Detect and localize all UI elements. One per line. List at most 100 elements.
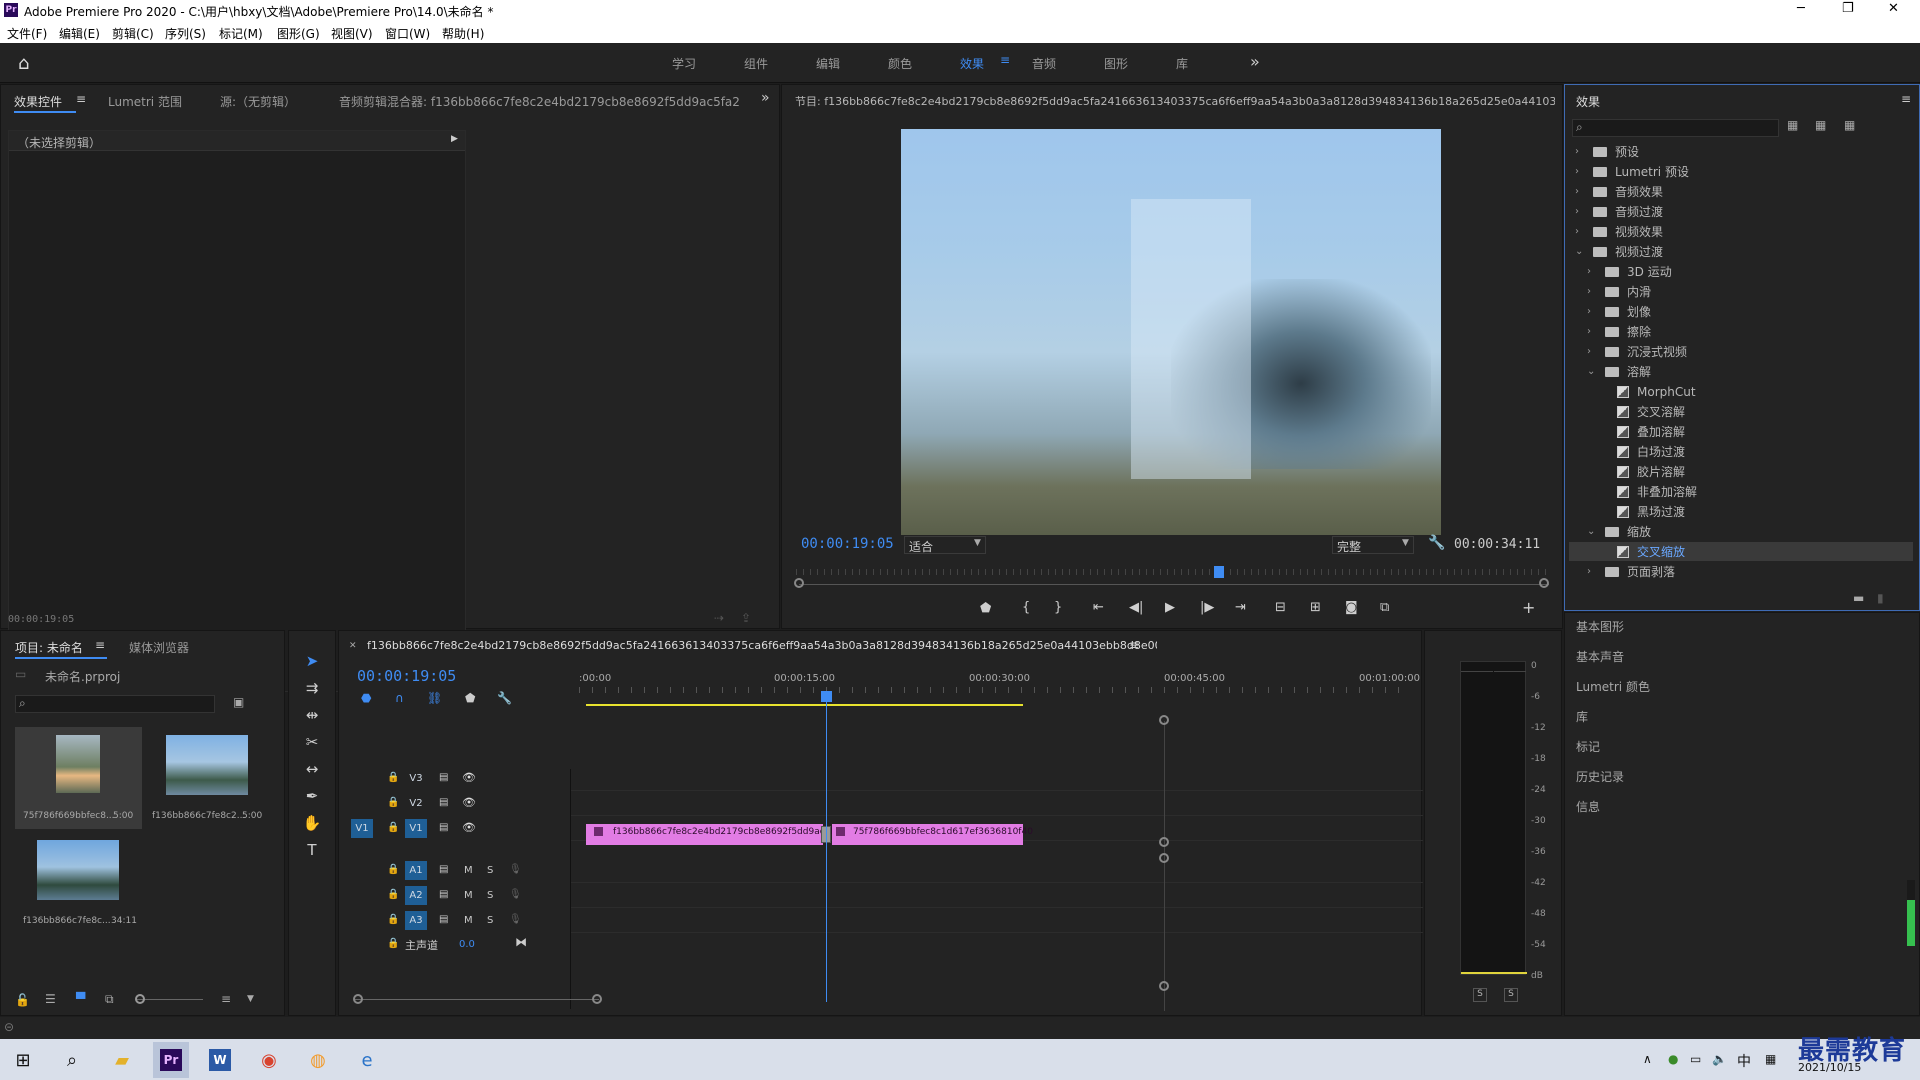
effects-folder[interactable]: › 视频效果 [1575,222,1913,241]
program-time-ruler[interactable] [796,569,1552,583]
menu-help[interactable]: 帮助(H) [442,25,484,42]
tray-chevron-icon[interactable]: ∧ [1643,1052,1652,1066]
panel-lumetri-color[interactable]: Lumetri 颜色 [1576,678,1650,695]
go-to-out-icon[interactable]: ⇥ [1235,600,1246,615]
hand-tool-icon[interactable]: ✋ [300,812,324,834]
wrench-icon[interactable]: 🔧 [497,691,512,705]
premiere-taskbar-icon[interactable]: Pr [153,1042,189,1078]
chevron-down-icon[interactable]: ⌄ [1587,526,1599,537]
effect-item[interactable]: 交叉溶解 [1599,402,1913,421]
effects-folder[interactable]: ⌄ 缩放 [1587,522,1913,541]
tab-source[interactable]: 源:（无剪辑） [220,93,296,110]
solo-button[interactable]: S [487,915,493,926]
effect-item[interactable]: 非叠加溶解 [1599,482,1913,501]
lift-icon[interactable]: ⊟ [1275,600,1286,615]
chevron-right-icon[interactable]: › [1575,146,1587,157]
track-target[interactable]: A2 [405,886,427,905]
icon-view-icon[interactable]: ▀ [76,992,85,1006]
32bit-effects-icon[interactable]: ▦ [1815,118,1826,132]
mute-button[interactable]: M [464,890,473,901]
selection-tool-icon[interactable]: ➤ [300,650,324,672]
tab-effect-controls[interactable]: 效果控件 [14,93,62,110]
workspace-color[interactable]: 颜色 [888,55,912,72]
add-button-icon[interactable]: + [1522,598,1535,617]
effects-folder[interactable]: › 音频过渡 [1575,202,1913,221]
go-to-in-icon[interactable]: ⇤ [1093,600,1104,615]
step-back-icon[interactable]: ◀| [1129,600,1143,615]
menu-sequence[interactable]: 序列(S) [165,25,206,42]
maximize-button[interactable]: ❐ [1842,1,1854,16]
program-timecode[interactable]: 00:00:19:05 [801,536,894,552]
new-bin-icon[interactable]: ▬ [1853,591,1864,605]
effects-folder[interactable]: ⌄ 溶解 [1587,362,1913,381]
effects-folder[interactable]: › 3D 运动 [1587,262,1913,281]
master-volume[interactable]: 0.0 [459,939,475,950]
eye-icon[interactable]: 👁 [462,796,476,809]
effects-folder[interactable]: ⌄ 视频过渡 [1575,242,1913,261]
effect-item[interactable]: 黑场过渡 [1599,502,1913,521]
chevron-right-icon[interactable]: › [1575,226,1587,237]
panel-essential-sound[interactable]: 基本声音 [1576,648,1624,665]
keyboard-icon[interactable]: ▦ [1765,1052,1776,1066]
clip[interactable]: 75f786f669bbfec8c1d617ef3636810f40 [832,824,1033,845]
effects-folder[interactable]: › 预设 [1575,142,1913,161]
zoom-slider[interactable] [137,999,203,1000]
effect-item[interactable]: 胶片溶解 [1599,462,1913,481]
sequence-tab[interactable]: f136bb866c7fe8c2e4bd2179cb8e8692f5dd9ac5… [367,639,1157,652]
solo-right-button[interactable]: S [1504,988,1518,1002]
track-target[interactable]: A3 [405,911,427,930]
panel-essential-graphics[interactable]: 基本图形 [1576,618,1624,635]
volume-icon[interactable]: 🔈 [1712,1052,1727,1066]
chevron-down-icon[interactable]: ▼ [247,994,254,1004]
search-icon[interactable]: ⌕ [54,1042,90,1078]
network-icon[interactable]: ▭ [1690,1052,1701,1066]
mic-icon[interactable]: 🎙 [509,864,522,875]
tab-project[interactable]: 项目: 未命名 [15,639,83,656]
scroll-handle[interactable] [1159,837,1169,847]
solo-left-button[interactable]: S [1473,988,1487,1002]
zoom-handle-left[interactable] [794,578,804,588]
close-button[interactable]: ✕ [1888,1,1899,16]
panel-history[interactable]: 历史记录 [1576,768,1624,785]
tab-lumetri-scopes[interactable]: Lumetri 范围 [108,93,182,110]
chevron-down-icon[interactable]: ⌄ [1587,366,1599,377]
tab-audio-clip-mixer[interactable]: 音频剪辑混合器: f136bb866c7fe8c2e4bd2179cb8e869… [339,93,739,110]
play-clip-icon[interactable]: ▶ [451,134,458,144]
menu-file[interactable]: 文件(F) [7,25,47,42]
step-forward-icon[interactable]: |▶ [1200,600,1214,615]
program-zoom-bar[interactable] [799,584,1549,585]
wrench-icon[interactable]: 🔧 [1428,535,1445,551]
scroll-handle[interactable] [353,994,363,1004]
snap-icon[interactable]: ∩ [395,691,404,705]
eye-icon[interactable]: 👁 [462,771,476,784]
lock-icon[interactable]: 🔒 [387,889,399,900]
pen-tool-icon[interactable]: ✒ [300,785,324,807]
tray-app-icon[interactable]: ● [1668,1052,1678,1066]
mark-in-icon[interactable]: { [1022,600,1030,615]
tab-media-browser[interactable]: 媒体浏览器 [129,639,189,656]
workspace-assembly[interactable]: 组件 [744,55,768,72]
freeform-view-icon[interactable]: ⧉ [105,992,114,1007]
source-patch-v1[interactable]: V1 [351,819,373,838]
solo-button[interactable]: S [487,890,493,901]
sort-icon[interactable]: ≡ [221,992,231,1006]
nest-icon[interactable]: ⬣ [361,691,371,705]
workspace-editing[interactable]: 编辑 [816,55,840,72]
sync-lock-icon[interactable]: ▤ [439,864,448,875]
edge-icon[interactable]: e [349,1042,385,1078]
workspace-effects[interactable]: 效果 [960,55,984,72]
file-explorer-icon[interactable]: ▰ [104,1042,140,1078]
timeline-playhead[interactable] [826,694,827,1002]
sync-lock-icon[interactable]: ▤ [439,772,448,783]
effects-search-input[interactable]: ⌕ [1572,119,1779,137]
effects-folder[interactable]: › 沉浸式视频 [1587,342,1913,361]
yuv-effects-icon[interactable]: ▦ [1844,118,1855,132]
panel-info[interactable]: 信息 [1576,798,1600,815]
lock-icon[interactable]: 🔒 [387,914,399,925]
ime-indicator[interactable]: 中 [1737,1051,1751,1071]
ripple-edit-tool-icon[interactable]: ⇹ [300,704,324,726]
chevron-right-icon[interactable]: › [1587,346,1599,357]
workspace-graphics[interactable]: 图形 [1104,55,1128,72]
zoom-slider-handle[interactable] [135,994,145,1004]
project-search-input[interactable]: ⌕ [15,695,215,713]
